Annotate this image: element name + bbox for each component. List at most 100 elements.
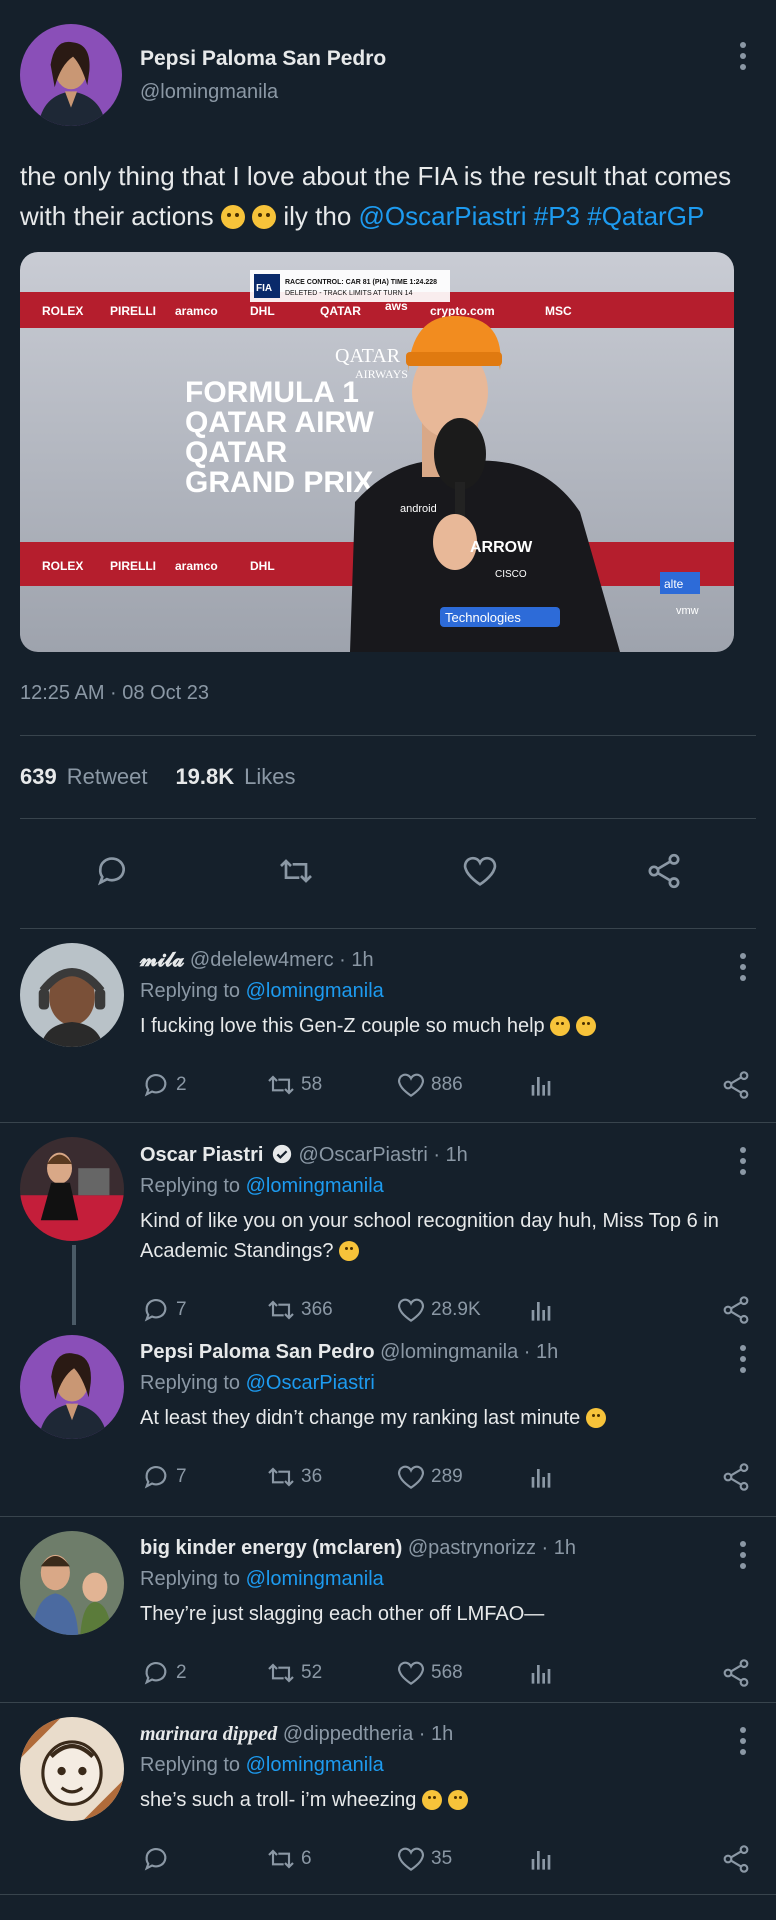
like-button[interactable]: 568 (395, 1657, 525, 1689)
reply-text: I fucking love this Gen-Z couple so much… (140, 1015, 545, 1037)
more-options-icon[interactable] (730, 1141, 756, 1181)
tweet-stats: 639 Retweet 19.8K Likes (20, 735, 756, 819)
reply-time[interactable]: 1h (351, 949, 373, 971)
race-control-text: DELETED - TRACK LIMITS AT TURN 14 (285, 290, 413, 297)
reply-author-name[interactable]: Pepsi Paloma San Pedro (140, 1341, 375, 1363)
reply-tweet[interactable]: Oscar Piastri @OscarPiastri · 1h Replyin… (0, 1123, 776, 1325)
like-count[interactable]: 19.8K (175, 764, 234, 790)
analytics-button[interactable] (525, 1657, 650, 1689)
author-handle[interactable]: @lomingmanila (140, 81, 386, 104)
avatar[interactable] (20, 24, 122, 126)
share-button[interactable] (720, 1069, 756, 1101)
reply-tweet[interactable]: big kinder energy (mclaren) @pastrynoriz… (0, 1517, 776, 1703)
backdrop-text: QATAR (335, 345, 401, 367)
analytics-button[interactable] (525, 1069, 650, 1101)
retweet-count: 366 (301, 1299, 333, 1320)
retweet-icon[interactable] (276, 851, 316, 896)
retweet-button[interactable]: 58 (265, 1069, 395, 1101)
backdrop-text: QATAR AIRW (185, 406, 375, 439)
reply-icon[interactable] (92, 851, 132, 896)
reply-button[interactable]: 7 (140, 1461, 265, 1493)
more-options-icon[interactable] (730, 36, 756, 76)
sponsor-text: aramco (175, 559, 218, 573)
retweet-button[interactable]: 52 (265, 1657, 395, 1689)
hashtag-link[interactable]: #P3 (534, 201, 580, 231)
verified-badge-icon (272, 1144, 292, 1164)
reply-time[interactable]: 1h (431, 1723, 453, 1745)
reply-time[interactable]: 1h (536, 1341, 558, 1363)
reply-text: Kind of like you on your school recognit… (140, 1210, 719, 1262)
reply-button[interactable]: 2 (140, 1657, 265, 1689)
reply-author-name[interactable]: Oscar Piastri (140, 1144, 263, 1166)
reply-tweet[interactable]: marinara dipped @dippedtheria · 1h Reply… (0, 1703, 776, 1895)
suit-sponsor-text: CISCO (495, 569, 527, 580)
replying-to-link[interactable]: @lomingmanila (246, 1568, 384, 1590)
retweet-button[interactable]: 6 (265, 1843, 395, 1875)
reply-author-handle[interactable]: @delelew4merc (190, 949, 334, 971)
share-button[interactable] (720, 1657, 756, 1689)
avatar[interactable] (20, 1335, 124, 1439)
sponsor-text: aramco (175, 304, 218, 318)
more-options-icon[interactable] (730, 1535, 756, 1575)
share-button[interactable] (720, 1843, 756, 1875)
reply-time[interactable]: 1h (446, 1144, 468, 1166)
like-count: 568 (431, 1662, 463, 1683)
mention-link[interactable]: @OscarPiastri (359, 201, 527, 231)
retweet-button[interactable]: 36 (265, 1461, 395, 1493)
retweet-icon (268, 1849, 294, 1869)
sponsor-text: ROLEX (42, 304, 83, 318)
analytics-button[interactable] (525, 1843, 650, 1875)
hashtag-link[interactable]: #QatarGP (587, 201, 704, 231)
heart-icon (398, 1073, 424, 1097)
like-button[interactable]: 35 (395, 1843, 525, 1875)
reply-author-name[interactable]: big kinder energy (mclaren) (140, 1537, 402, 1559)
share-button[interactable] (720, 1461, 756, 1493)
like-label[interactable]: Likes (244, 764, 295, 790)
reply-tweet[interactable]: Pepsi Paloma San Pedro @lomingmanila · 1… (0, 1321, 776, 1517)
sponsor-text: QATAR (320, 304, 361, 318)
heart-icon[interactable] (460, 851, 500, 896)
reply-button[interactable]: 2 (140, 1069, 265, 1101)
halo-face-emoji-icon (585, 1408, 606, 1428)
more-options-icon[interactable] (730, 1721, 756, 1761)
reply-author-handle[interactable]: @OscarPiastri (299, 1144, 428, 1166)
analytics-button[interactable] (525, 1461, 650, 1493)
retweet-count[interactable]: 639 (20, 764, 57, 790)
reply-button[interactable] (140, 1843, 265, 1875)
avatar[interactable] (20, 1717, 124, 1821)
reply-count: 2 (176, 1074, 187, 1095)
share-icon[interactable] (644, 851, 684, 896)
avatar[interactable] (20, 1531, 124, 1635)
reply-author-name[interactable]: marinara dipped (140, 1723, 277, 1745)
replying-to-link[interactable]: @OscarPiastri (246, 1372, 375, 1394)
reply-author-handle[interactable]: @lomingmanila (380, 1341, 518, 1363)
reply-author-name[interactable]: 𝓶𝓲𝓵𝓪 (140, 949, 184, 971)
replying-to-link[interactable]: @lomingmanila (246, 980, 384, 1002)
reply-tweet[interactable]: 𝓶𝓲𝓵𝓪 @delelew4merc · 1h Replying to @lom… (0, 929, 776, 1123)
author-name[interactable]: Pepsi Paloma San Pedro (140, 47, 386, 71)
replying-to-label: Replying to (140, 1754, 241, 1776)
reply-author-handle[interactable]: @dippedtheria (283, 1723, 413, 1745)
suit-sponsor-text: alte (664, 577, 684, 591)
replying-to-label: Replying to (140, 1175, 241, 1197)
like-button[interactable]: 886 (395, 1069, 525, 1101)
reply-time[interactable]: 1h (554, 1537, 576, 1559)
avatar[interactable] (20, 943, 124, 1047)
replying-to-link[interactable]: @lomingmanila (246, 1175, 384, 1197)
crying-face-emoji-icon (550, 1016, 571, 1036)
like-button[interactable]: 289 (395, 1461, 525, 1493)
share-icon (723, 1071, 749, 1099)
replying-to-link[interactable]: @lomingmanila (246, 1754, 384, 1776)
tweet-media-image[interactable]: ROLEX PIRELLI aramco DHL QATAR aws crypt… (20, 252, 734, 652)
reply-text: she’s such a troll- i’m wheezing (140, 1789, 417, 1811)
retweet-label[interactable]: Retweet (67, 764, 148, 790)
tweet-timestamp[interactable]: 12:25 AM · 08 Oct 23 (20, 682, 756, 705)
reply-count: 2 (176, 1662, 187, 1683)
more-options-icon[interactable] (730, 1339, 756, 1379)
main-tweet: Pepsi Paloma San Pedro @lomingmanila the… (0, 0, 776, 929)
reply-author-handle[interactable]: @pastrynorizz (408, 1537, 536, 1559)
avatar[interactable] (20, 1137, 124, 1241)
crying-face-emoji-icon (421, 1790, 442, 1810)
sponsor-text: crypto.com (430, 304, 495, 318)
more-options-icon[interactable] (730, 947, 756, 987)
